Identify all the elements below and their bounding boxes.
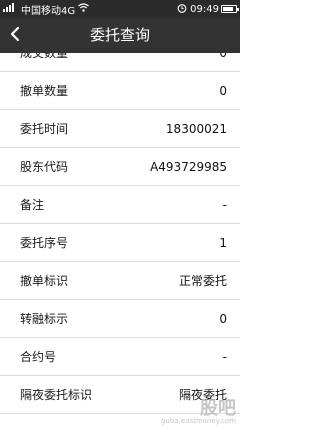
detail-row-cancelled-quantity: 撤单数量 0	[0, 72, 240, 110]
page-title: 委托查询	[89, 26, 150, 44]
row-label: 成交数量	[20, 53, 69, 60]
detail-list-content: 成交数量 0 撤单数量 0 委托时间 18300021 股东代码 A493729…	[0, 53, 240, 414]
row-value: -	[222, 197, 227, 212]
row-value: -	[222, 349, 227, 364]
watermark-logo: 股吧	[200, 398, 236, 419]
row-label: 委托时间	[20, 122, 69, 136]
nav-bar: 委托查询	[0, 18, 240, 53]
detail-list[interactable]: 成交数量 0 撤单数量 0 委托时间 18300021 股东代码 A493729…	[0, 53, 240, 428]
row-label: 转融标示	[20, 312, 69, 326]
watermark-url: guba.eastmoney.com	[161, 417, 236, 425]
row-label: 撤单数量	[20, 84, 69, 98]
row-value: 正常委托	[178, 274, 227, 288]
detail-row-order-number: 委托序号 1	[0, 224, 240, 262]
row-label: 备注	[20, 198, 45, 212]
time-label: 09:49	[190, 3, 219, 15]
carrier-label: 中国移动4G	[21, 5, 76, 17]
wifi-icon	[78, 3, 89, 15]
signal-icon	[3, 3, 18, 15]
row-value: 18300021	[165, 121, 227, 136]
row-label: 隔夜委托标识	[20, 388, 93, 402]
row-label: 合约号	[20, 350, 57, 364]
row-value: 0	[219, 83, 227, 98]
row-label: 撤单标识	[20, 274, 69, 288]
detail-row-order-time: 委托时间 18300021	[0, 110, 240, 148]
alarm-icon	[177, 3, 187, 16]
row-value: A493729985	[150, 159, 227, 174]
row-label: 股东代码	[20, 160, 69, 174]
row-label: 委托序号	[20, 236, 69, 250]
detail-row-shareholder-code: 股东代码 A493729985	[0, 148, 240, 186]
back-button[interactable]	[0, 18, 30, 53]
row-value: 0	[219, 311, 227, 326]
detail-row-margin-flag: 转融标示 0	[0, 300, 240, 338]
detail-row-cancel-flag: 撤单标识 正常委托	[0, 262, 240, 300]
watermark: 股吧 guba.eastmoney.com	[161, 400, 236, 425]
detail-row-remark: 备注 -	[0, 186, 240, 224]
row-value: 0	[219, 53, 227, 60]
detail-row-contract-number: 合约号 -	[0, 338, 240, 376]
status-bar: 中国移动4G 09:49	[0, 0, 240, 18]
detail-row-filled-quantity: 成交数量 0	[0, 53, 240, 72]
chevron-left-icon	[10, 26, 20, 46]
battery-icon	[221, 5, 239, 13]
row-value: 1	[219, 235, 227, 250]
